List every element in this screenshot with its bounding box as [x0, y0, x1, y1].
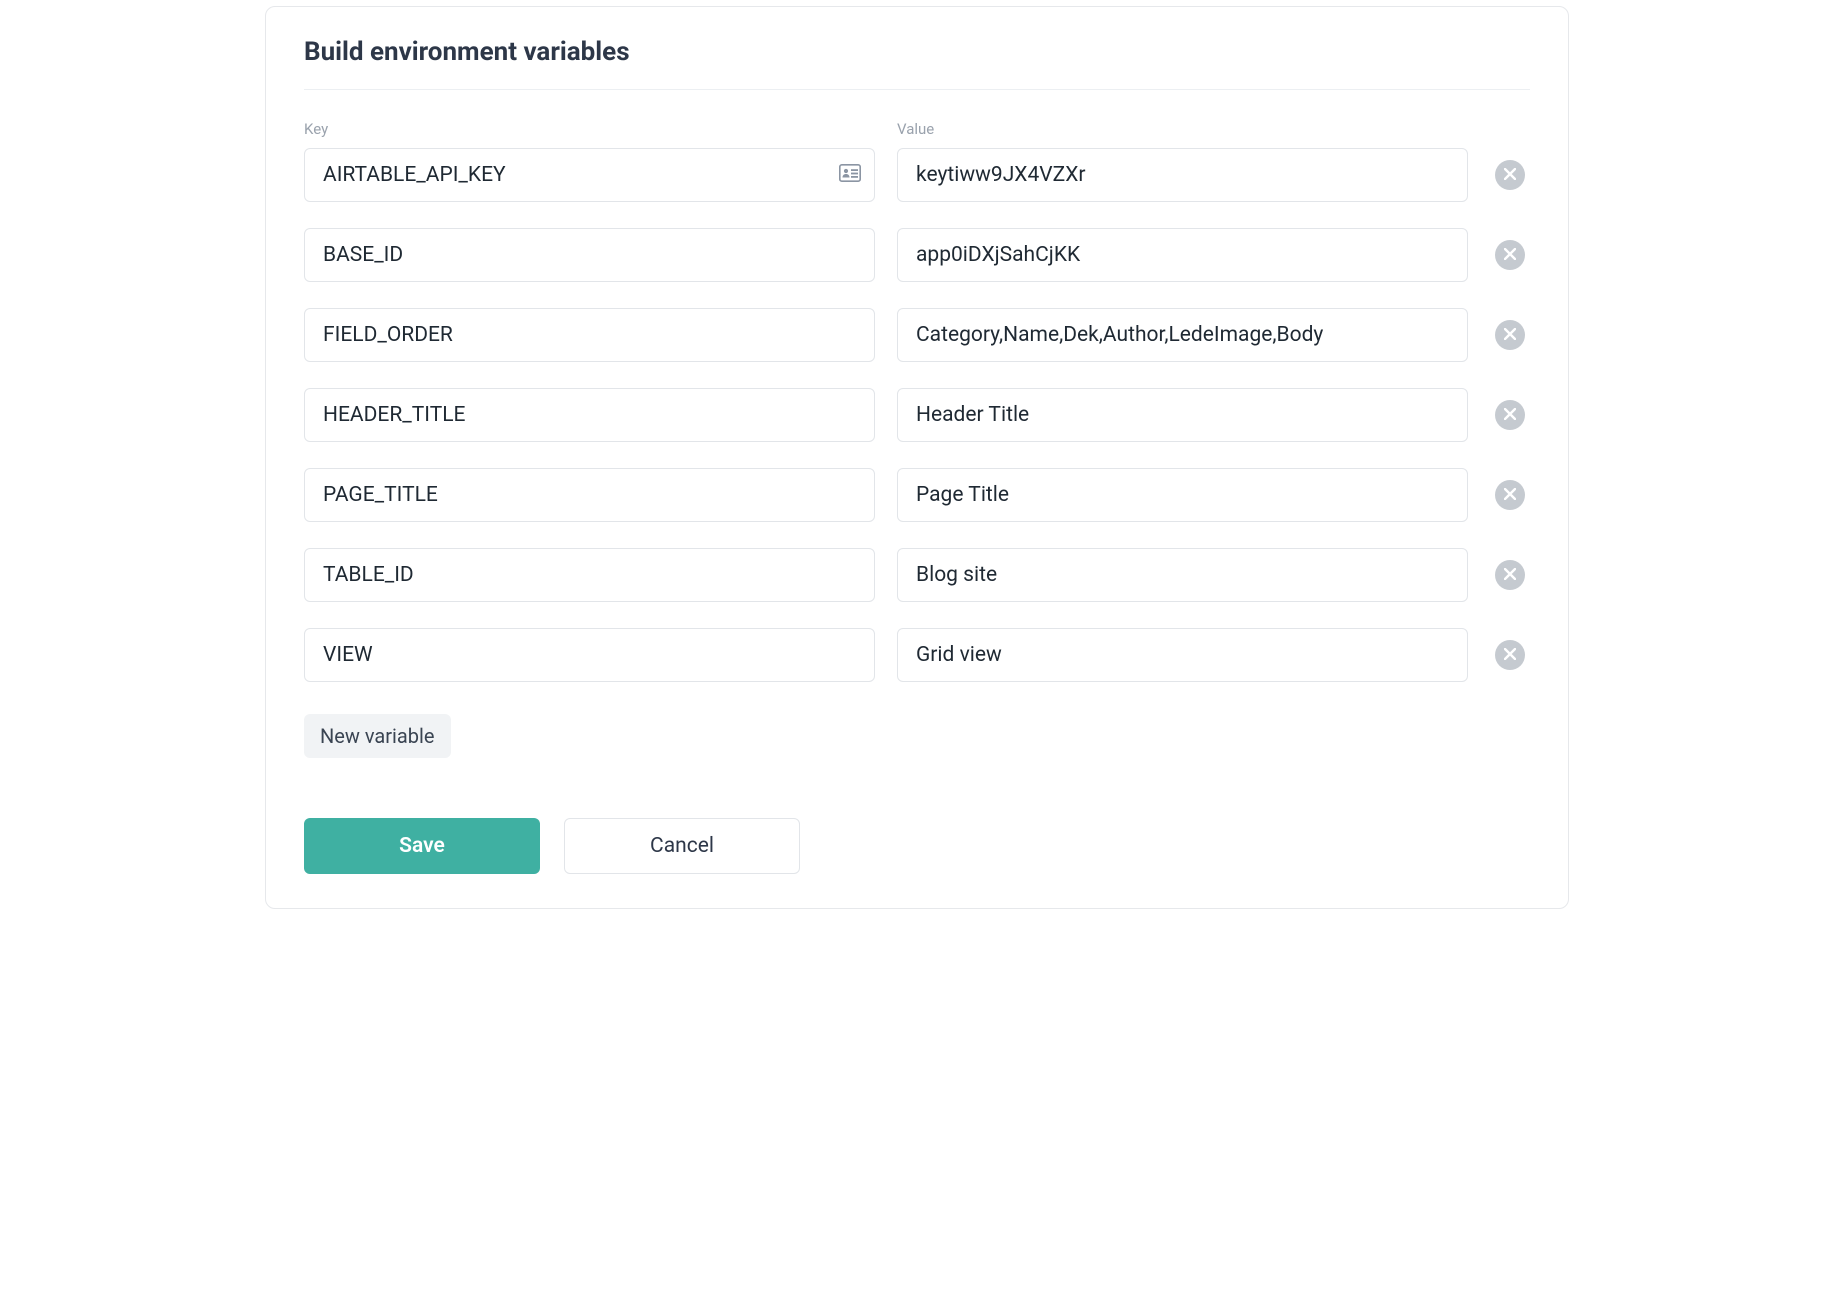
delete-row-button[interactable] — [1495, 320, 1525, 350]
key-input[interactable] — [304, 228, 875, 282]
env-var-row — [304, 548, 1530, 602]
value-input-wrap — [897, 548, 1468, 602]
env-vars-list — [304, 148, 1530, 682]
key-input[interactable] — [304, 148, 875, 202]
value-input[interactable] — [897, 388, 1468, 442]
delete-row-button[interactable] — [1495, 640, 1525, 670]
value-input[interactable] — [897, 468, 1468, 522]
env-var-row — [304, 228, 1530, 282]
value-input[interactable] — [897, 548, 1468, 602]
close-icon — [1504, 328, 1516, 343]
env-var-row — [304, 628, 1530, 682]
value-input[interactable] — [897, 308, 1468, 362]
divider — [304, 89, 1530, 90]
cancel-button[interactable]: Cancel — [564, 818, 800, 874]
value-input[interactable] — [897, 228, 1468, 282]
column-header-key: Key — [304, 120, 875, 138]
form-actions: Save Cancel — [304, 818, 1530, 874]
close-icon — [1504, 488, 1516, 503]
value-input-wrap — [897, 148, 1468, 202]
key-input[interactable] — [304, 468, 875, 522]
key-input-wrap — [304, 388, 875, 442]
close-icon — [1504, 648, 1516, 663]
close-icon — [1504, 568, 1516, 583]
key-input[interactable] — [304, 388, 875, 442]
key-input[interactable] — [304, 628, 875, 682]
column-header-spacer — [1490, 120, 1530, 138]
save-button[interactable]: Save — [304, 818, 540, 874]
column-headers: Key Value — [304, 120, 1530, 138]
delete-row-button[interactable] — [1495, 240, 1525, 270]
delete-row-button[interactable] — [1495, 160, 1525, 190]
key-input-wrap — [304, 548, 875, 602]
key-input[interactable] — [304, 548, 875, 602]
value-input[interactable] — [897, 628, 1468, 682]
delete-row-button[interactable] — [1495, 400, 1525, 430]
column-header-value: Value — [897, 120, 1468, 138]
delete-row-button[interactable] — [1495, 560, 1525, 590]
value-input-wrap — [897, 388, 1468, 442]
close-icon — [1504, 168, 1516, 183]
section-title: Build environment variables — [304, 37, 1530, 67]
key-input[interactable] — [304, 308, 875, 362]
env-vars-card: Build environment variables Key Value Ne… — [265, 6, 1569, 909]
key-input-wrap — [304, 228, 875, 282]
env-var-row — [304, 308, 1530, 362]
key-input-wrap — [304, 628, 875, 682]
env-var-row — [304, 388, 1530, 442]
value-input-wrap — [897, 628, 1468, 682]
delete-row-button[interactable] — [1495, 480, 1525, 510]
key-input-wrap — [304, 148, 875, 202]
new-variable-button[interactable]: New variable — [304, 714, 451, 758]
close-icon — [1504, 408, 1516, 423]
env-var-row — [304, 468, 1530, 522]
env-var-row — [304, 148, 1530, 202]
key-input-wrap — [304, 468, 875, 522]
close-icon — [1504, 248, 1516, 263]
value-input[interactable] — [897, 148, 1468, 202]
value-input-wrap — [897, 228, 1468, 282]
key-input-wrap — [304, 308, 875, 362]
value-input-wrap — [897, 308, 1468, 362]
value-input-wrap — [897, 468, 1468, 522]
